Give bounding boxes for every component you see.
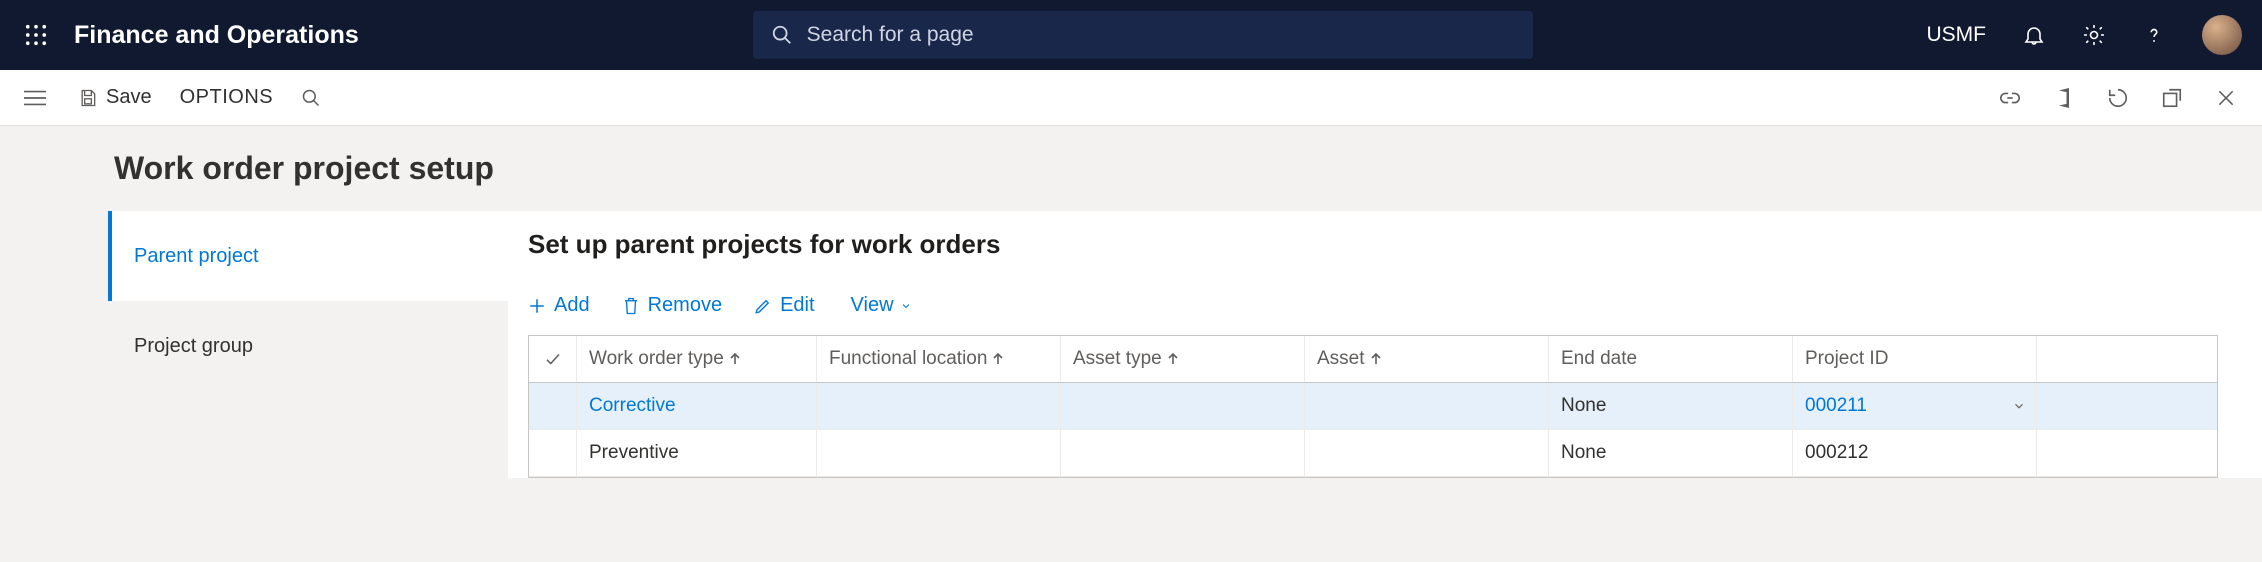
gear-icon[interactable]	[2076, 17, 2112, 53]
tab-project-group[interactable]: Project group	[108, 301, 508, 391]
chevron-down-icon	[900, 300, 912, 312]
cell-end-date[interactable]: None	[1549, 430, 1793, 476]
link-icon[interactable]	[1996, 84, 2024, 112]
row-checkbox[interactable]	[529, 430, 577, 476]
save-icon	[78, 88, 98, 108]
command-bar-row: Save OPTIONS	[0, 70, 2262, 126]
cell-asset[interactable]	[1305, 430, 1549, 476]
search-input[interactable]	[807, 23, 1515, 47]
trash-icon	[622, 296, 640, 316]
remove-button[interactable]: Remove	[622, 294, 722, 317]
col-asset[interactable]: Asset	[1305, 336, 1549, 382]
row-checkbox[interactable]	[529, 383, 577, 429]
save-button[interactable]: Save	[78, 86, 152, 109]
table-row[interactable]: Corrective None 000211	[529, 383, 2217, 430]
col-functional-location[interactable]: Functional location	[817, 336, 1061, 382]
close-icon[interactable]	[2212, 84, 2240, 112]
col-label: Asset	[1317, 348, 1365, 370]
top-navbar: Finance and Operations USMF	[0, 0, 2262, 70]
page-title: Work order project setup	[114, 150, 2262, 187]
app-launcher-icon[interactable]	[8, 7, 64, 63]
tabs-column: Parent project Project group	[108, 211, 508, 478]
help-icon[interactable]	[2136, 17, 2172, 53]
edit-label: Edit	[780, 294, 814, 317]
search-wrap	[359, 11, 1927, 59]
right-panel: Set up parent projects for work orders A…	[508, 211, 2262, 478]
bell-icon[interactable]	[2016, 17, 2052, 53]
panel-actions: Add Remove Edit	[528, 294, 2234, 317]
refresh-icon[interactable]	[2104, 84, 2132, 112]
popout-icon[interactable]	[2158, 84, 2186, 112]
col-extra	[2037, 336, 2217, 382]
cell-work-order-type[interactable]: Corrective	[577, 383, 817, 429]
col-work-order-type[interactable]: Work order type	[577, 336, 817, 382]
save-label: Save	[106, 86, 152, 109]
select-all-checkbox[interactable]	[529, 336, 577, 382]
search-page-button[interactable]	[301, 88, 321, 108]
content-wrap: Work order project setup Parent project …	[0, 126, 2262, 562]
col-label: Asset type	[1073, 348, 1162, 370]
cell-functional-location[interactable]	[817, 383, 1061, 429]
grid: Work order type Functional location Asse…	[528, 335, 2218, 478]
cell-extra	[2037, 383, 2217, 429]
add-button[interactable]: Add	[528, 294, 590, 317]
grid-header: Work order type Functional location Asse…	[529, 336, 2217, 383]
pencil-icon	[754, 297, 772, 315]
topbar-right: USMF	[1927, 15, 2255, 55]
command-bar-icons	[1996, 84, 2262, 112]
search-box[interactable]	[753, 11, 1533, 59]
panel-row: Parent project Project group Set up pare…	[108, 211, 2262, 478]
add-label: Add	[554, 294, 590, 317]
app-title: Finance and Operations	[74, 21, 359, 50]
col-label: Project ID	[1805, 348, 1888, 370]
nav-rail-toggle[interactable]	[0, 70, 70, 125]
search-icon	[771, 24, 793, 46]
col-label: End date	[1561, 348, 1637, 370]
command-bar: Save OPTIONS	[70, 70, 2262, 125]
cell-asset-type[interactable]	[1061, 383, 1305, 429]
cell-asset[interactable]	[1305, 383, 1549, 429]
tab-parent-project[interactable]: Parent project	[108, 211, 508, 301]
cell-asset-type[interactable]	[1061, 430, 1305, 476]
sort-asc-icon	[1168, 353, 1178, 365]
col-end-date[interactable]: End date	[1549, 336, 1793, 382]
cell-extra	[2037, 430, 2217, 476]
cell-end-date[interactable]: None	[1549, 383, 1793, 429]
view-dropdown[interactable]: View	[851, 294, 912, 317]
office-icon[interactable]	[2050, 84, 2078, 112]
col-asset-type[interactable]: Asset type	[1061, 336, 1305, 382]
content: Work order project setup Parent project …	[70, 126, 2262, 562]
view-label: View	[851, 294, 894, 317]
table-row[interactable]: Preventive None 000212	[529, 430, 2217, 477]
edit-button[interactable]: Edit	[754, 294, 814, 317]
right-panel-title: Set up parent projects for work orders	[528, 229, 2234, 260]
project-id-link[interactable]: 000211	[1805, 395, 1867, 417]
col-project-id[interactable]: Project ID	[1793, 336, 2037, 382]
legal-entity[interactable]: USMF	[1927, 23, 1987, 47]
plus-icon	[528, 297, 546, 315]
avatar[interactable]	[2202, 15, 2242, 55]
cell-functional-location[interactable]	[817, 430, 1061, 476]
cell-work-order-type[interactable]: Preventive	[577, 430, 817, 476]
sort-asc-icon	[1371, 353, 1381, 365]
chevron-down-icon[interactable]	[2012, 399, 2026, 413]
col-label: Work order type	[589, 348, 724, 370]
remove-label: Remove	[648, 294, 722, 317]
cell-project-id[interactable]: 000211	[1793, 383, 2037, 429]
sort-asc-icon	[993, 353, 1003, 365]
cell-project-id[interactable]: 000212	[1793, 430, 2037, 476]
col-label: Functional location	[829, 348, 987, 370]
options-button[interactable]: OPTIONS	[180, 86, 274, 109]
sort-asc-icon	[730, 353, 740, 365]
